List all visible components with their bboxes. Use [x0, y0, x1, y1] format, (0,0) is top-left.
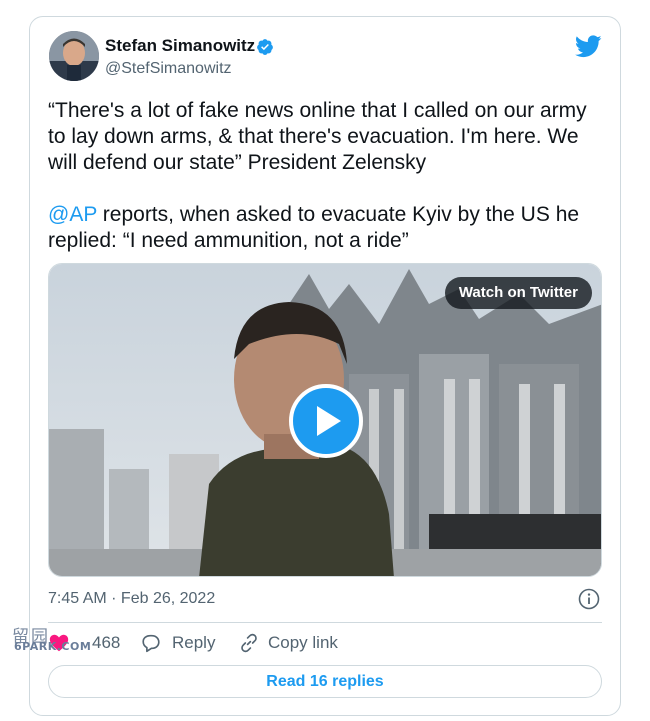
author-handle[interactable]: @StefSimanowitz: [105, 60, 232, 78]
author-display-name[interactable]: Stefan Simanowitz: [105, 36, 255, 56]
divider: [48, 622, 602, 623]
twitter-bird-icon[interactable]: [575, 35, 602, 58]
reply-button[interactable]: Reply: [140, 631, 250, 655]
play-icon: [317, 406, 341, 436]
watermark-logo: 留园 6PARK.COM: [12, 622, 104, 654]
read-replies-button[interactable]: Read 16 replies: [48, 665, 602, 698]
copy-link-label: Copy link: [268, 633, 338, 652]
watch-on-twitter-button[interactable]: Watch on Twitter: [444, 277, 592, 309]
tweet-text-paragraph-2-rest: reports, when asked to evacuate Kyiv by …: [48, 203, 580, 252]
video-thumbnail[interactable]: Watch on Twitter: [48, 263, 602, 577]
tweet-text-paragraph-2: @AP reports, when asked to evacuate Kyiv…: [48, 202, 608, 254]
info-icon[interactable]: [578, 588, 600, 610]
tweet-text-paragraph-1: “There's a lot of fake news online that …: [48, 99, 587, 174]
mention-link[interactable]: @AP: [48, 203, 97, 226]
avatar[interactable]: [49, 31, 99, 81]
play-button[interactable]: [289, 384, 363, 458]
link-icon: [241, 633, 257, 653]
verified-badge-icon: [257, 39, 273, 55]
tweet-actions: 468 Reply Copy link: [48, 631, 608, 655]
watermark-site: 6PARK.COM: [14, 640, 92, 653]
tweet-card: Stefan Simanowitz @StefSimanowitz “There…: [29, 16, 621, 716]
copy-link-button[interactable]: Copy link: [238, 631, 378, 655]
tweet-timestamp[interactable]: 7:45 AM · Feb 26, 2022: [48, 590, 215, 608]
reply-bubble-icon: [142, 634, 160, 653]
reply-label: Reply: [172, 633, 216, 652]
tweet-text: “There's a lot of fake news online that …: [48, 98, 608, 280]
